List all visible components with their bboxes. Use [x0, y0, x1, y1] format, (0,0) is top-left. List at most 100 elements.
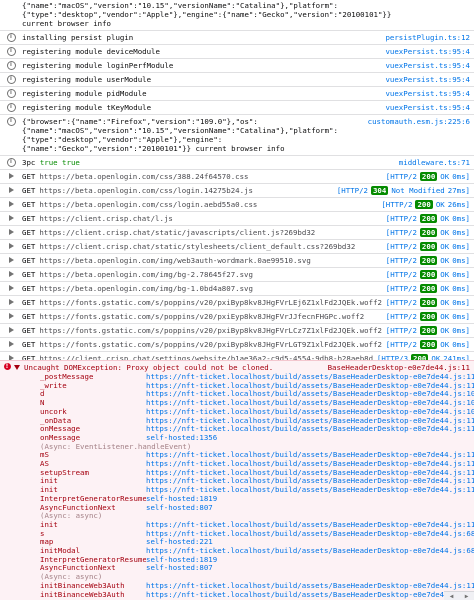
request-line: GET https://beta.openlogin.com/css/login.… [22, 186, 333, 195]
scroll-left-icon[interactable]: ◀ [450, 593, 454, 600]
console-log-row: i registering module loginPerfModule vuexP… [0, 59, 474, 73]
threepc-text: 3pc true true [22, 158, 80, 167]
status-text: OK [440, 214, 450, 223]
log-text: registering module pidModule [22, 89, 147, 98]
frame-location-link[interactable]: self-hosted:807 [146, 503, 213, 513]
request-method: GET [22, 298, 36, 307]
request-url: https://beta.openlogin.com/img/bg-1.0bd4… [39, 284, 253, 293]
expand-triangle-icon[interactable] [8, 327, 14, 333]
continuation-line: {"type":"desktop","vendor":"Apple"},"eng… [22, 10, 392, 19]
network-request-row[interactable]: GET https://fonts.gstatic.com/s/poppins/v… [0, 324, 474, 338]
frame-function: init [40, 477, 58, 486]
request-url: https://fonts.gstatic.com/s/poppins/v20/… [39, 326, 382, 335]
console-log-row: i registering module tKeyModule vuexPersis… [0, 101, 474, 115]
network-request-row[interactable]: GET https://fonts.gstatic.com/s/poppins/v… [0, 338, 474, 352]
expand-triangle-icon[interactable] [8, 243, 14, 249]
network-request-list: GET https://beta.openlogin.com/css/388.24… [0, 170, 474, 380]
frame-function: init [40, 520, 58, 529]
status-text: OK [435, 200, 445, 209]
log-source-link[interactable]: vuexPersist.ts:95:4 [385, 75, 470, 84]
log-source-link[interactable]: vuexPersist.ts:95:4 [385, 47, 470, 56]
scroll-buttons[interactable]: ◀ ▶ [444, 591, 474, 600]
request-status: [HTTP/2 200 OK 0ms] [386, 326, 470, 335]
log-source-link[interactable]: middleware.ts:71 [399, 158, 470, 167]
request-status: [HTTP/2 200 OK 0ms] [386, 312, 470, 321]
request-status: [HTTP/2 200 OK 0ms] [386, 256, 470, 265]
request-method: GET [22, 228, 36, 237]
error-text: Uncaught DOMException: Proxy object coul… [24, 363, 274, 372]
log-source-link[interactable]: vuexPersist.ts:95:4 [385, 103, 470, 112]
network-request-row[interactable]: GET https://client.crisp.chat/l.js [HTTP/2… [0, 212, 474, 226]
stack-trace: _postMessage https://nft-ticket.localhost… [0, 372, 474, 600]
stack-frame: InterpretGeneratorResume self-hosted:1819 [40, 494, 474, 504]
log-source-link[interactable]: vuexPersist.ts:95:4 [385, 61, 470, 70]
request-url: https://fonts.gstatic.com/s/poppins/v20/… [39, 312, 365, 321]
status-text: OK [440, 270, 450, 279]
request-line: GET https://fonts.gstatic.com/s/poppins/v… [22, 340, 382, 349]
log-text: registering module tKeyModule [22, 103, 152, 112]
stack-frame: s https://nft-ticket.localhost/build/asse… [40, 529, 474, 539]
expand-triangle-icon[interactable] [8, 215, 14, 221]
frame-location-link[interactable]: self-hosted:807 [146, 564, 213, 573]
info-icon: i [6, 103, 16, 112]
log-source-link[interactable]: persistPlugin.ts:12 [385, 33, 470, 42]
log-source-link[interactable]: vuexPersist.ts:95:4 [385, 89, 470, 98]
network-request-row[interactable]: GET https://beta.openlogin.com/img/bg-2.7… [0, 268, 474, 282]
stack-frame: InterpretGeneratorResume self-hosted:1819 [40, 555, 474, 565]
request-protocol: [HTTP/2 [385, 284, 417, 293]
scroll-right-icon[interactable]: ▶ [465, 593, 469, 600]
status-code-badge: 200 [419, 172, 438, 181]
request-status: [HTTP/2 200 OK 0ms] [386, 298, 470, 307]
frame-function: s [40, 529, 45, 538]
status-text: Not Modified [391, 186, 445, 195]
log-text: registering module userModule [22, 75, 152, 84]
expand-triangle-icon[interactable] [8, 173, 14, 179]
error-source-link[interactable]: BaseHeaderDesktop-e0e7de44.js:11 [328, 363, 470, 372]
frame-function: AS [40, 460, 49, 469]
info-icon: i [6, 89, 16, 98]
status-text: OK [440, 256, 450, 265]
expand-triangle-icon[interactable] [8, 299, 14, 305]
request-method: GET [22, 200, 36, 209]
request-status: [HTTP/2 200 OK 0ms] [386, 284, 470, 293]
status-text: OK [440, 340, 450, 349]
log-text: installing persist plugin [22, 33, 134, 42]
network-request-row[interactable]: GET https://beta.openlogin.com/css/388.24… [0, 170, 474, 184]
request-url: https://client.crisp.chat/static/javascr… [39, 228, 316, 237]
expand-triangle-icon[interactable] [8, 285, 14, 291]
network-request-row[interactable]: GET https://beta.openlogin.com/img/web3au… [0, 254, 474, 268]
request-line: GET https://beta.openlogin.com/img/bg-2.7… [22, 270, 382, 279]
status-code-badge: 200 [419, 228, 438, 237]
network-request-row[interactable]: GET https://beta.openlogin.com/img/bg-1.0… [0, 282, 474, 296]
info-icon: i [6, 61, 16, 70]
expand-triangle-icon[interactable] [8, 341, 14, 347]
log-text: registering module deviceModule [22, 47, 160, 56]
threepc-log: i 3pc true true middleware.ts:71 [0, 156, 474, 170]
request-line: GET https://fonts.gstatic.com/s/poppins/v… [22, 326, 382, 335]
request-url: https://client.crisp.chat/l.js [39, 214, 173, 223]
status-code-badge: 200 [419, 312, 438, 321]
expand-triangle-icon[interactable] [8, 229, 14, 235]
expand-triangle-icon[interactable] [8, 271, 14, 277]
frame-function: initBinanceWeb3Auth [40, 581, 125, 590]
frame-location-link[interactable]: https://nft-ticket.localhost/build/asset… [146, 590, 474, 600]
log-source-link[interactable]: customauth.esm.js:225:6 [368, 117, 470, 126]
request-time: 0ms] [452, 298, 470, 307]
status-code-badge: 200 [419, 326, 438, 335]
expand-triangle-icon[interactable] [8, 201, 14, 207]
network-request-row[interactable]: GET https://beta.openlogin.com/css/login.… [0, 184, 474, 198]
network-request-row[interactable]: GET https://fonts.gstatic.com/s/poppins/v… [0, 310, 474, 324]
expand-triangle-icon[interactable] [8, 313, 14, 319]
network-request-row[interactable]: GET https://fonts.gstatic.com/s/poppins/v… [0, 296, 474, 310]
status-text: OK [440, 312, 450, 321]
expand-triangle-icon[interactable] [14, 365, 20, 370]
network-request-row[interactable]: GET https://beta.openlogin.com/css/login.… [0, 198, 474, 212]
network-request-row[interactable]: GET https://client.crisp.chat/static/java… [0, 226, 474, 240]
info-icon: i [6, 47, 16, 56]
error-icon: ! [3, 363, 11, 370]
request-time: 0ms] [452, 172, 470, 181]
request-url: https://beta.openlogin.com/img/bg-2.7864… [39, 270, 253, 279]
expand-triangle-icon[interactable] [8, 257, 14, 263]
expand-triangle-icon[interactable] [8, 187, 14, 193]
network-request-row[interactable]: GET https://client.crisp.chat/static/styl… [0, 240, 474, 254]
